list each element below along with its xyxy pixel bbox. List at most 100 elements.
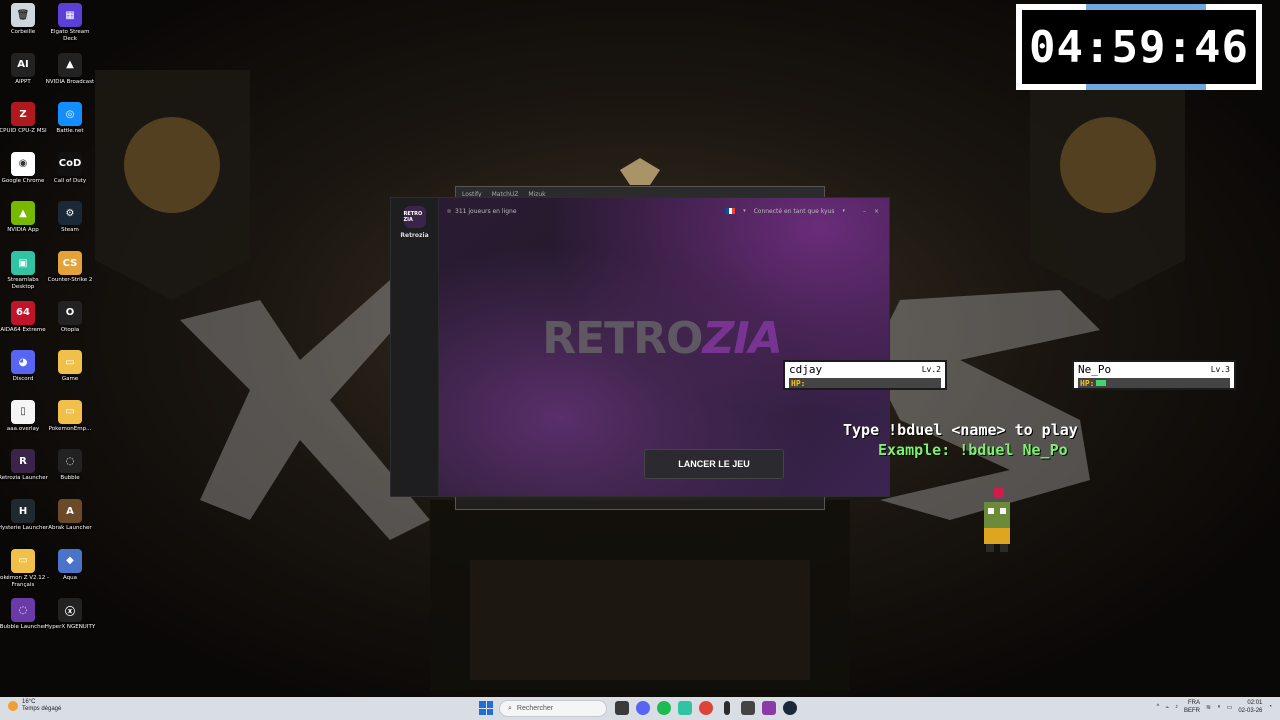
player2-hp-label: HP:	[1080, 378, 1095, 388]
french-flag-icon[interactable]	[726, 208, 736, 214]
discord-taskbar-icon[interactable]	[636, 701, 650, 715]
taskbar-search[interactable]: ⌕ Rechercher	[499, 700, 607, 717]
app-icon: Z	[11, 102, 35, 127]
app-icon: ◕	[11, 350, 35, 375]
retrozia-taskbar-icon[interactable]	[762, 701, 776, 715]
app-icon: ◉	[11, 151, 35, 176]
network-icon[interactable]: ⌁	[1165, 704, 1169, 711]
taskbar: 16°C Temps dégagé ⌕ Rechercher ^ ⌁ ♪ FRA…	[0, 697, 1280, 720]
weather-widget[interactable]: 16°C Temps dégagé	[8, 699, 61, 713]
close-icon[interactable]: ×	[874, 208, 879, 215]
desktop-icon[interactable]: O Otopia	[43, 300, 97, 349]
chrome-taskbar-icon[interactable]	[699, 701, 713, 715]
timer-accent-bottom	[1086, 84, 1206, 90]
app-icon: ◎	[58, 102, 82, 127]
weather-desc: Temps dégagé	[22, 706, 62, 712]
app-icon: ⓧ	[58, 598, 82, 623]
app-icon: ▭	[58, 399, 82, 424]
sidebar-label: Retrozia	[400, 232, 429, 239]
pixel-character-sprite	[984, 488, 1010, 552]
speaker-icon[interactable]: ◖	[1217, 704, 1221, 710]
app-icon: ▣	[11, 251, 35, 275]
desktop-icon-label: PokemonEmp...	[48, 425, 92, 432]
online-status-dot	[447, 209, 451, 213]
clock[interactable]: 02:01 02-03-26	[1238, 699, 1262, 715]
desktop-icon-label: HyperX NGENUITY	[44, 624, 96, 631]
desktop-icon-label: Abrak Launcher	[48, 525, 92, 531]
desktop-icon-label: Steam	[61, 227, 79, 234]
player2-level: Lv.3	[1210, 365, 1230, 374]
volume-icon[interactable]: ♪	[1175, 704, 1178, 710]
account-chevron-icon[interactable]: ▾	[842, 208, 845, 214]
retrozia-logo: RETRO ZIA	[537, 298, 787, 378]
player1-name: cdjay	[789, 363, 823, 376]
launch-game-button[interactable]: LANCER LE JEU	[644, 449, 784, 479]
spotify-taskbar-icon[interactable]	[657, 701, 671, 715]
player1-hp-label: HP:	[791, 378, 806, 388]
app-icon: H	[11, 499, 35, 523]
desktop-icon-label: Counter-Strike 2	[47, 277, 93, 283]
player2-hp-bar: HP:	[1078, 378, 1230, 388]
app-icon: ◌	[11, 598, 35, 623]
wifi-icon[interactable]: ≋	[1206, 704, 1211, 711]
online-count: 311 joueurs en ligne	[455, 207, 517, 215]
sidebar-retrozia-logo[interactable]: RETRO ZIA	[403, 206, 426, 228]
connected-user[interactable]: Connecté en tant que kyus	[754, 208, 835, 215]
desktop-icon[interactable]: ◎ Battle.net	[43, 102, 97, 150]
battery-icon[interactable]: ▭	[1227, 704, 1233, 711]
app-icon: ▯	[11, 399, 35, 424]
desktop-icon[interactable]: ▦ Elgato Stream Deck	[43, 3, 97, 51]
app-icon: ⚙	[58, 201, 82, 226]
desktop-icon-label: Bubble	[60, 475, 80, 482]
app-icon: A	[58, 499, 82, 523]
steam-taskbar-icon[interactable]	[783, 701, 797, 715]
player1-hp-bar: HP:	[789, 378, 941, 388]
desktop-icon[interactable]: A Abrak Launcher	[43, 499, 97, 547]
app-icon: O	[58, 300, 82, 325]
player2-name: Ne_Po	[1078, 363, 1112, 376]
desktop-icon[interactable]: CoD Call of Duty	[43, 151, 97, 200]
desktop-icon[interactable]: CS Counter-Strike 2	[43, 251, 97, 299]
system-tray: ^ ⌁ ♪ FRA BEFR ≋ ◖ ▭ 02:01 02-03-26 ◔	[1157, 699, 1272, 715]
desktop-icon-label: Call of Duty	[53, 177, 87, 184]
app-icon: AI	[11, 52, 35, 77]
desktop-icon[interactable]: ⓧ HyperX NGENUITY	[43, 598, 97, 646]
desktop-icon-label: Game	[61, 376, 79, 383]
tray-chevron-icon[interactable]: ^	[1157, 704, 1160, 710]
desktop-icon[interactable]: ▭ Game	[43, 350, 97, 398]
app-icon: ▭	[58, 350, 82, 375]
language-indicator[interactable]: FRA BEFR	[1184, 699, 1200, 715]
minimize-icon[interactable]: –	[863, 208, 866, 215]
desktop-icon[interactable]: ⚙ Steam	[43, 201, 97, 249]
app-taskbar-icon[interactable]	[741, 701, 755, 715]
taskview-icon[interactable]	[615, 701, 629, 715]
pen-taskbar-icon[interactable]	[724, 701, 730, 715]
desktop-icon[interactable]: ◌ Bubble	[43, 449, 97, 497]
desktop-icon[interactable]: ◆ Aqua	[43, 548, 97, 597]
streamlabs-taskbar-icon[interactable]	[678, 701, 692, 715]
desktop-icon-label: Otopia	[60, 326, 80, 333]
clock-date: 02-03-26	[1238, 708, 1263, 714]
launcher-sidebar: RETRO ZIA Retrozia	[391, 198, 439, 496]
logo-retro: RETRO	[542, 312, 703, 364]
logo-zia: ZIA	[702, 312, 782, 364]
app-icon: ▲	[58, 52, 82, 77]
app-icon: ▦	[58, 3, 82, 27]
clock-time: 02:01	[1247, 700, 1263, 706]
app-icon: 64	[11, 300, 35, 325]
player2-hp-box: Ne_Po Lv.3 HP:	[1072, 360, 1236, 390]
desktop-icon-label: NVIDIA Broadcast	[45, 78, 95, 85]
app-icon: ◆	[58, 548, 82, 573]
start-button[interactable]	[479, 701, 493, 715]
player1-hp-box: cdjay Lv.2 HP:	[783, 360, 947, 390]
app-icon: 🗑	[11, 3, 35, 27]
launcher-topbar: 311 joueurs en ligne ▾ Connecté en tant …	[439, 198, 889, 224]
player2-hp-fill	[1096, 380, 1107, 386]
language-chevron-icon[interactable]: ▾	[743, 208, 746, 214]
desktop-icon[interactable]: ▭ PokemonEmp...	[43, 399, 97, 448]
notification-icon[interactable]: ◔	[1268, 704, 1272, 710]
weather-temp: 16°C	[22, 699, 36, 705]
app-icon: ◌	[58, 449, 82, 474]
desktop-icon[interactable]: ▲ NVIDIA Broadcast	[43, 52, 97, 101]
overlay-example: Example: !bduel Ne_Po	[878, 441, 1068, 459]
